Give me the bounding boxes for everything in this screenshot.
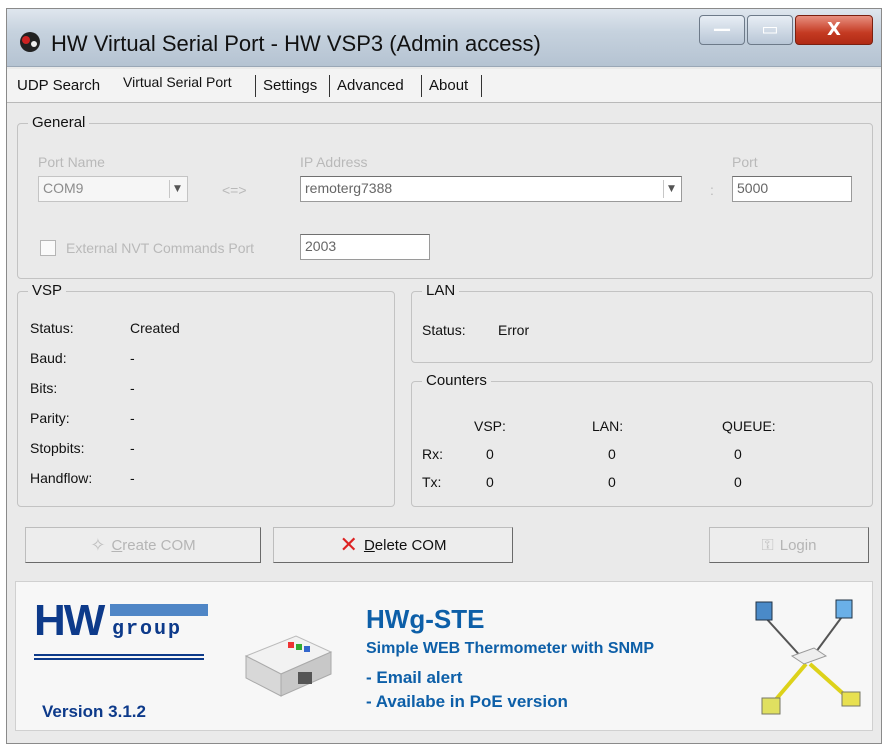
ad-banner[interactable]: HW group Version 3.1.2 HWg-STE Simple WE…: [15, 581, 873, 731]
counters-rx-vsp: 0: [486, 446, 494, 462]
vsp-baud-label: Baud:: [30, 350, 67, 366]
tab-separator: [329, 75, 330, 97]
external-nvt-label: External NVT Commands Port: [66, 240, 255, 256]
counters-tx-lan: 0: [608, 474, 616, 490]
lock-icon: ⚿: [761, 535, 774, 554]
close-button[interactable]: X: [795, 15, 873, 45]
ip-address-value: remoterg7388: [305, 180, 393, 196]
counters-header-vsp: VSP:: [474, 418, 506, 434]
vsp-stopbits-value: -: [130, 440, 135, 456]
ip-address-select[interactable]: remoterg7388 ▼: [300, 176, 682, 202]
lan-status-label: Status:: [422, 322, 466, 338]
product-subtitle: Simple WEB Thermometer with SNMP: [366, 640, 655, 657]
vsp-status-value: Created: [130, 320, 180, 336]
tab-separator: [481, 75, 482, 97]
vsp-parity-value: -: [130, 410, 135, 426]
logo-underline: [34, 654, 204, 660]
counters-tx-queue: 0: [734, 474, 742, 490]
port-name-select[interactable]: COM9 ▼: [38, 176, 188, 202]
port-name-value: COM9: [43, 180, 84, 196]
counters-header-lan: LAN:: [592, 418, 624, 434]
nvt-port-input[interactable]: 2003: [300, 234, 430, 260]
key-icon: ✧: [90, 534, 106, 556]
thermometer-device-image: [244, 635, 333, 697]
port-label: Port: [732, 154, 758, 170]
port-name-label: Port Name: [38, 154, 105, 170]
port-value: 5000: [737, 180, 769, 196]
counters-tx-vsp: 0: [486, 474, 494, 490]
general-group: General Port Name COM9 ▼ <=> IP Address …: [17, 114, 873, 279]
close-icon: X: [827, 19, 841, 40]
counters-legend: Counters: [422, 372, 491, 389]
delete-com-accel: D: [363, 536, 375, 554]
tab-virtual-serial-port[interactable]: Virtual Serial Port: [119, 74, 236, 90]
maximize-button[interactable]: ▭: [747, 15, 793, 45]
minimize-button[interactable]: —: [699, 15, 745, 45]
lan-group: LAN Status: Error: [411, 282, 873, 363]
tab-bar: UDP Search Virtual Serial Port Settings …: [7, 69, 881, 103]
create-com-label: reate COM: [122, 536, 196, 554]
external-nvt-checkbox[interactable]: [40, 240, 56, 256]
login-button[interactable]: ⚿ Login: [709, 527, 869, 563]
delete-icon: ✕: [339, 532, 358, 558]
vsp-status-label: Status:: [30, 320, 74, 336]
delete-com-button[interactable]: ✕ Delete COM: [273, 527, 513, 563]
general-legend: General: [28, 114, 90, 131]
hwgroup-logo: HW group: [34, 596, 214, 676]
port-colon: :: [710, 182, 714, 198]
version-label: Version 3.1.2: [42, 702, 146, 721]
app-window: HW Virtual Serial Port - HW VSP3 (Admin …: [6, 8, 882, 744]
counters-rx-queue: 0: [734, 446, 742, 462]
ip-address-label: IP Address: [300, 154, 368, 170]
counters-group: Counters VSP: LAN: QUEUE: Rx: 0 0 0 Tx: …: [411, 372, 873, 507]
product-title: HWg-STE: [366, 604, 485, 634]
lan-status-value: Error: [498, 322, 530, 338]
network-diagram-image: [755, 599, 861, 715]
counters-rx-lan: 0: [608, 446, 616, 462]
chevron-down-icon: ▼: [169, 180, 185, 198]
vsp-bits-value: -: [130, 380, 135, 396]
port-input[interactable]: 5000: [732, 176, 852, 202]
login-label: Login: [779, 536, 817, 554]
create-com-button[interactable]: ✧ Create COM: [25, 527, 261, 563]
counters-rx-label: Rx:: [422, 446, 443, 462]
create-com-accel: C: [111, 536, 123, 554]
tab-separator: [421, 75, 422, 97]
window-title: HW Virtual Serial Port - HW VSP3 (Admin …: [51, 31, 541, 56]
delete-com-label: elete COM: [374, 536, 447, 554]
counters-header-queue: QUEUE:: [722, 418, 776, 434]
logo-bar: [110, 604, 208, 616]
tab-settings[interactable]: Settings: [259, 77, 321, 94]
vsp-baud-value: -: [130, 350, 135, 366]
lan-legend: LAN: [422, 282, 460, 299]
tab-advanced[interactable]: Advanced: [333, 77, 408, 94]
vsp-group: VSP Status: Created Baud: - Bits: - Pari…: [17, 282, 395, 507]
app-icon: [20, 32, 40, 52]
vsp-parity-label: Parity:: [30, 410, 70, 426]
logo-hw-text: HW: [34, 596, 105, 645]
product-bullet-email: - Email alert: [366, 668, 463, 687]
nvt-port-value: 2003: [305, 238, 337, 254]
window-controls: — ▭ X: [697, 15, 873, 47]
chevron-down-icon: ▼: [663, 180, 679, 198]
logo-group-text: group: [112, 618, 183, 641]
vsp-stopbits-label: Stopbits:: [30, 440, 85, 456]
tab-about[interactable]: About: [425, 77, 472, 94]
vsp-handflow-value: -: [130, 470, 135, 486]
tab-separator: [255, 75, 256, 97]
maximize-icon: ▭: [761, 19, 779, 40]
product-bullet-poe: - Availabe in PoE version: [366, 692, 568, 711]
vsp-handflow-label: Handflow:: [30, 470, 93, 486]
title-bar[interactable]: HW Virtual Serial Port - HW VSP3 (Admin …: [7, 9, 881, 67]
vsp-bits-label: Bits:: [30, 380, 58, 396]
counters-tx-label: Tx:: [422, 474, 442, 490]
tab-udp-search[interactable]: UDP Search: [13, 77, 104, 94]
vsp-legend: VSP: [28, 282, 67, 299]
minimize-icon: —: [713, 19, 731, 40]
arrow-label: <=>: [222, 182, 247, 198]
